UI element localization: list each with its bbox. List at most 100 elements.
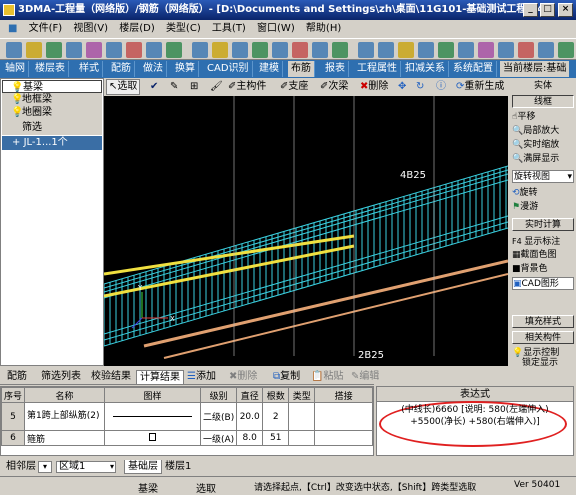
toolbar-tool-icon[interactable]: [332, 42, 348, 58]
toolbar-tool-icon[interactable]: [358, 42, 374, 58]
menu-file[interactable]: 文件(F): [25, 20, 67, 38]
toolbar-tool-icon[interactable]: [232, 42, 248, 58]
tab-calc-result[interactable]: 计算结果: [136, 370, 184, 384]
toolbar-tool-icon[interactable]: [498, 42, 514, 58]
toolbar-tool-icon[interactable]: [166, 42, 182, 58]
tab-project-props[interactable]: 工程属性: [354, 61, 401, 77]
tab-method[interactable]: 做法: [140, 61, 167, 77]
cell-lap[interactable]: [314, 402, 373, 431]
toolbar-tool-icon[interactable]: [66, 42, 82, 58]
realtime-zoom-button[interactable]: 🔍实时缩放: [512, 139, 574, 152]
toolbar-tool-icon[interactable]: [438, 42, 454, 58]
tab-cad-recognition[interactable]: CAD识别: [204, 61, 253, 77]
toolbar-tool-icon[interactable]: [518, 42, 534, 58]
list-item[interactable]: 💡 基梁: [2, 80, 102, 93]
cell-type[interactable]: [288, 402, 316, 431]
cell-type[interactable]: [288, 430, 316, 446]
toolbar-tool-icon[interactable]: [46, 42, 62, 58]
tab-report[interactable]: 报表: [322, 61, 349, 77]
tab-deduction[interactable]: 扣减关系: [402, 61, 449, 77]
cell-lap[interactable]: [314, 430, 373, 446]
tab-system-config[interactable]: 系统配置: [450, 61, 497, 77]
realtime-calc-button[interactable]: 实时计算: [512, 218, 574, 231]
zoom-window-button[interactable]: 🔍局部放大: [512, 125, 574, 138]
tab-floor-table[interactable]: 楼层表: [32, 61, 69, 77]
cell-name[interactable]: 箍筋: [24, 430, 106, 446]
toolbar-tool-icon[interactable]: [538, 42, 554, 58]
toolbar-tool-icon[interactable]: [106, 42, 122, 58]
cell-count[interactable]: 2: [262, 402, 290, 431]
sheet-tab-foundation[interactable]: 基础层: [124, 460, 162, 474]
main-member-button[interactable]: ✐主构件: [226, 78, 266, 96]
tab-filter-list[interactable]: 筛选列表: [38, 370, 84, 384]
toolbar-tool-icon[interactable]: [312, 42, 328, 58]
add-button[interactable]: ☰添加: [184, 370, 219, 384]
refresh-icon[interactable]: ↻: [414, 78, 424, 96]
toolbar-tool-icon[interactable]: [192, 42, 208, 58]
toolbar-tool-icon[interactable]: [458, 42, 474, 58]
menu-help[interactable]: 帮助(H): [302, 20, 345, 38]
table-row[interactable]: 5 第1跨上部纵筋(2) 二级(B) 20.0 2: [1, 402, 373, 431]
floor-dropdown[interactable]: ▾: [38, 461, 52, 473]
3d-viewport[interactable]: 4B25 2B25 X Y: [104, 96, 508, 366]
checkmark-icon[interactable]: ✔: [148, 78, 158, 96]
bg-color-button[interactable]: ■背景色: [512, 263, 574, 276]
maximize-button[interactable]: □: [540, 3, 555, 17]
delete-button[interactable]: ✖删除: [358, 78, 388, 96]
tab-check-result[interactable]: 校验结果: [88, 370, 134, 384]
cell-count[interactable]: 51: [262, 430, 290, 446]
brush-icon[interactable]: 🖌: [208, 78, 223, 96]
toolbar-tool-icon[interactable]: [292, 42, 308, 58]
toolbar-tool-icon[interactable]: [272, 42, 288, 58]
cell-grade[interactable]: 一级(A): [200, 430, 238, 446]
section-color-button[interactable]: ▦截面色图: [512, 249, 574, 262]
tab-modeling[interactable]: 建模: [256, 61, 283, 77]
tab-axis[interactable]: 轴网: [2, 61, 29, 77]
rotate-view-select[interactable]: 旋转视图 ▾: [512, 170, 574, 183]
pen-icon[interactable]: ✎: [168, 78, 178, 96]
table-row[interactable]: 6 箍筋 一级(A) 8.0 51: [1, 430, 373, 446]
fit-screen-button[interactable]: 🔍满屏显示: [512, 153, 574, 166]
menu-floor[interactable]: 楼层(D): [115, 20, 159, 38]
regenerate-button[interactable]: ⟳重新生成: [454, 78, 504, 96]
delete-row-button[interactable]: ✖删除: [226, 370, 260, 384]
wireframe-button[interactable]: 线框: [512, 95, 574, 108]
secondary-beam-button[interactable]: ✐次梁: [318, 78, 348, 96]
related-member-button[interactable]: 相关构件: [512, 331, 574, 344]
select-button[interactable]: ↖选取: [106, 79, 141, 95]
paste-button[interactable]: 📋粘贴: [308, 370, 346, 384]
list-item[interactable]: 💡 地圈梁: [2, 106, 102, 119]
edit-button[interactable]: ✎编辑: [348, 370, 382, 384]
menu-window[interactable]: 窗口(W): [253, 20, 299, 38]
toolbar-tool-icon[interactable]: [86, 42, 102, 58]
menu-tools[interactable]: 工具(T): [208, 20, 250, 38]
toolbar-tool-icon[interactable]: [26, 42, 42, 58]
toolbar-tool-icon[interactable]: [398, 42, 414, 58]
cell-dia[interactable]: 20.0: [236, 402, 264, 431]
close-button[interactable]: ×: [558, 3, 573, 17]
toolbar-tool-icon[interactable]: [478, 42, 494, 58]
support-button[interactable]: ✐支座: [278, 78, 308, 96]
cell-dia[interactable]: 8.0: [236, 430, 264, 446]
show-annotation-button[interactable]: F4 显示标注: [512, 235, 574, 248]
move-icon[interactable]: ✥: [396, 78, 406, 96]
entity-button[interactable]: 实体: [512, 80, 574, 93]
sheet-tab-floor1[interactable]: 楼层1: [162, 460, 194, 474]
cell-name[interactable]: 第1跨上部纵筋(2): [24, 402, 106, 431]
zone-select[interactable]: 区域1 ▾: [56, 461, 116, 473]
toolbar-tool-icon[interactable]: [146, 42, 162, 58]
menu-type[interactable]: 类型(C): [162, 20, 205, 38]
toolbar-tool-icon[interactable]: [252, 42, 268, 58]
copy-button[interactable]: ⧉复制: [270, 370, 303, 384]
toolbar-tool-icon[interactable]: [418, 42, 434, 58]
list-item[interactable]: 💡 地框梁: [2, 93, 102, 106]
rotate-button[interactable]: ⟲旋转: [512, 187, 574, 200]
cell-grade[interactable]: 二级(B): [200, 402, 238, 431]
toolbar-tool-icon[interactable]: [378, 42, 394, 58]
tab-rebar-config[interactable]: 配筋: [108, 61, 135, 77]
menu-view[interactable]: 视图(V): [69, 20, 112, 38]
tab-convert[interactable]: 换算: [172, 61, 199, 77]
tree-item[interactable]: + JL-1...1个: [2, 136, 102, 150]
pan-button[interactable]: ☝平移: [512, 111, 574, 124]
tab-style[interactable]: 样式: [76, 61, 103, 77]
